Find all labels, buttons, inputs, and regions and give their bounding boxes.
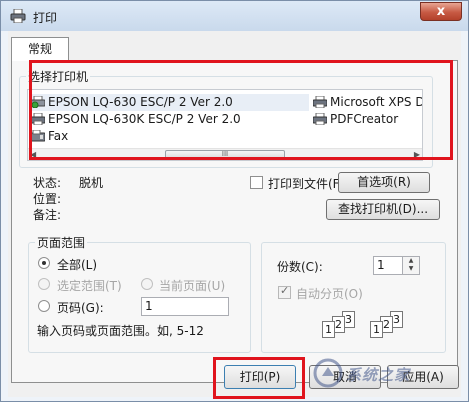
- range-selection-label[interactable]: 选定范围(T): [57, 277, 122, 294]
- spin-down-icon[interactable]: ▼: [403, 265, 419, 273]
- range-all-radio[interactable]: [38, 257, 50, 269]
- print-dialog: 打印 x 常规 选择打印机 EPSON LQ-630 ESC/P 2 Ver 2…: [0, 0, 469, 402]
- copies-group: 份数(C): 1 ▲ ▼ 自动分页(O) 3 2 1 3 2 1: [261, 242, 446, 353]
- cancel-button[interactable]: 取消: [309, 365, 381, 389]
- status-value: 脱机: [79, 176, 104, 190]
- scroll-right-icon[interactable]: ▶: [414, 149, 420, 160]
- copies-spinner[interactable]: ▲ ▼: [402, 256, 420, 275]
- collate-checkbox[interactable]: [278, 284, 291, 299]
- tab-general[interactable]: 常规: [11, 37, 69, 61]
- general-tab-page: 选择打印机 EPSON LQ-630 ESC/P 2 Ver 2.0 Micro…: [11, 60, 458, 383]
- printer-item-pdfcreator[interactable]: PDFCreator: [313, 111, 398, 128]
- window-title: 打印: [33, 11, 58, 25]
- location-label: 位置:: [33, 192, 62, 206]
- scroll-left-icon[interactable]: ◀: [30, 149, 36, 160]
- copies-label: 份数(C):: [277, 260, 323, 274]
- printer-item-fax[interactable]: Fax: [31, 128, 68, 145]
- printer-item-label: EPSON LQ-630 ESC/P 2 Ver 2.0: [48, 95, 233, 109]
- scroll-thumb[interactable]: III: [165, 150, 285, 159]
- apply-button[interactable]: 应用(A): [387, 365, 459, 389]
- page-range-group: 页面范围 全部(L) 选定范围(T) 当前页面(U) 页码(G): 1 输入页码…: [28, 234, 251, 353]
- printer-default-icon: [31, 96, 45, 108]
- printer-list[interactable]: EPSON LQ-630 ESC/P 2 Ver 2.0 Microsoft X…: [27, 89, 423, 161]
- printer-app-icon: [10, 9, 26, 23]
- printer-item-label: Fax: [48, 129, 69, 143]
- printer-icon: [31, 113, 45, 125]
- range-pages-radio[interactable]: [38, 300, 50, 312]
- printer-item-epson-630k[interactable]: EPSON LQ-630K ESC/P 2 Ver 2.0: [31, 111, 241, 128]
- page-range-hint: 输入页码或页面范围。如, 5-12: [37, 324, 204, 338]
- fax-icon: [31, 130, 45, 142]
- close-button[interactable]: x: [420, 2, 462, 21]
- page-range-label: 页面范围: [35, 234, 88, 251]
- range-pages-label[interactable]: 页码(G):: [57, 299, 104, 316]
- collate-set-1-icon: 3 2 1: [316, 311, 360, 343]
- printer-item-epson-630[interactable]: EPSON LQ-630 ESC/P 2 Ver 2.0: [31, 94, 309, 111]
- printer-item-label: EPSON LQ-630K ESC/P 2 Ver 2.0: [48, 112, 241, 126]
- printer-list-scrollbar[interactable]: ◀ III ▶: [28, 148, 422, 160]
- range-all-label[interactable]: 全部(L): [57, 256, 97, 273]
- dialog-body: 常规 选择打印机 EPSON LQ-630 ESC/P 2 Ver 2.0 Mi…: [8, 31, 461, 397]
- spin-up-icon[interactable]: ▲: [403, 257, 419, 265]
- title-bar[interactable]: 打印 x: [1, 1, 468, 31]
- range-selection-radio[interactable]: [38, 278, 50, 290]
- comment-label: 备注:: [33, 208, 62, 222]
- printer-item-microsoft-xps[interactable]: Microsoft XPS D: [313, 94, 423, 111]
- copies-input[interactable]: 1: [373, 256, 403, 275]
- find-printer-button[interactable]: 查找打印机(D)...: [326, 199, 440, 220]
- printer-icon: [313, 96, 327, 108]
- print-to-file-checkbox[interactable]: [250, 176, 263, 189]
- range-current-page-radio[interactable]: [141, 278, 153, 290]
- printer-group-label: 选择打印机: [26, 68, 91, 85]
- collate-page: 1: [370, 321, 383, 338]
- printer-icon: [313, 113, 327, 125]
- printer-item-label: PDFCreator: [330, 112, 399, 126]
- collate-set-2-icon: 3 2 1: [364, 311, 408, 343]
- close-icon: x: [436, 4, 446, 19]
- status-label: 状态:: [33, 176, 62, 190]
- page-range-input[interactable]: 1: [141, 297, 229, 316]
- range-current-page-label[interactable]: 当前页面(U): [159, 277, 225, 294]
- preferences-button[interactable]: 首选项(R): [338, 172, 430, 193]
- print-button[interactable]: 打印(P): [224, 365, 296, 389]
- printer-item-label: Microsoft XPS D: [330, 95, 423, 109]
- printer-group: 选择打印机 EPSON LQ-630 ESC/P 2 Ver 2.0 Micro…: [19, 68, 433, 168]
- collate-page: 1: [322, 321, 335, 338]
- collate-label[interactable]: 自动分页(O): [296, 285, 363, 302]
- print-to-file-label[interactable]: 打印到文件(F): [268, 175, 344, 192]
